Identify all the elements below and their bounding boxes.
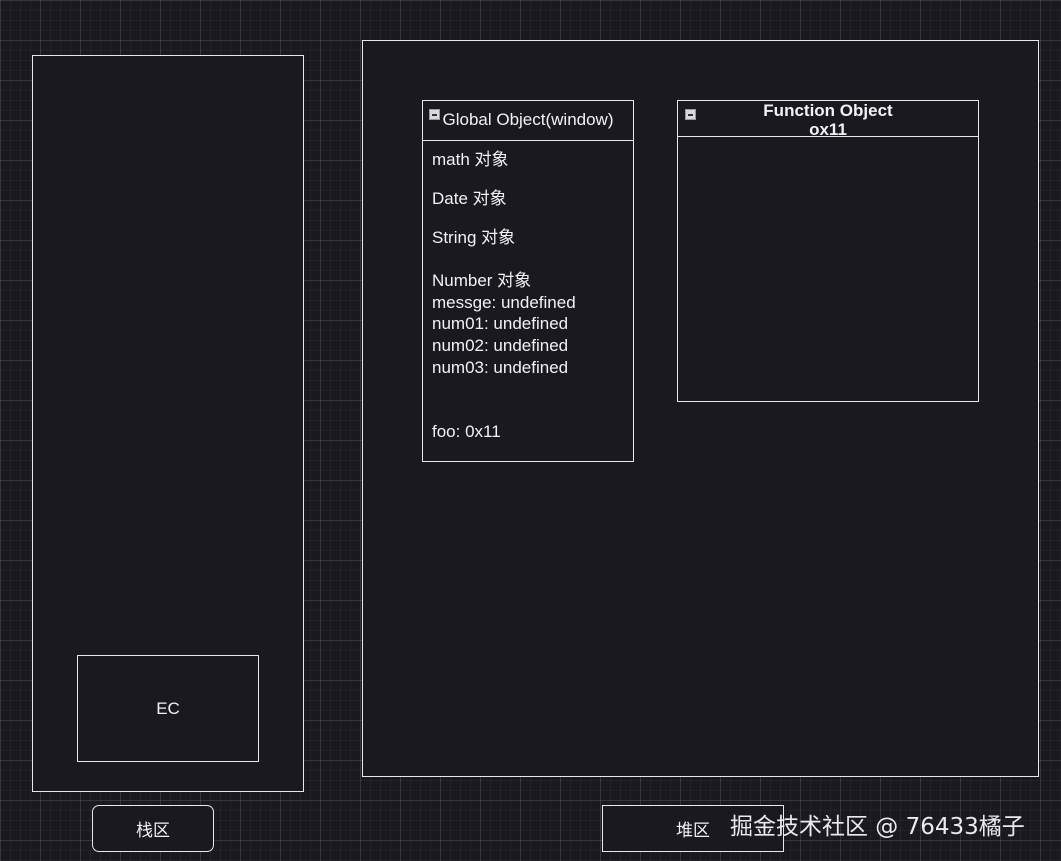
field-num03: num03: undefined [432, 358, 569, 377]
field-messge: messge: undefined [432, 293, 576, 312]
ec-label: EC [156, 698, 180, 718]
collapse-icon[interactable] [685, 109, 696, 120]
function-object-container[interactable]: Function Object ox11 [677, 100, 979, 402]
global-object-title: Global Object(window) [442, 110, 614, 129]
execution-context-box[interactable]: EC [77, 655, 259, 762]
field-string: String 对象 [432, 228, 516, 247]
function-object-header: Function Object ox11 [678, 101, 978, 139]
field-math: math 对象 [432, 150, 509, 169]
function-object-address: ox11 [809, 120, 847, 139]
field-foo: foo: 0x11 [432, 422, 501, 441]
stack-region-label[interactable]: 栈区 [92, 805, 214, 852]
watermark: 掘金技术社区 @ 76433橘子 [730, 814, 1025, 840]
heap-label-text: 堆区 [676, 821, 710, 840]
stack-label-text: 栈区 [136, 821, 170, 840]
global-object-header: Global Object(window) [423, 101, 633, 141]
global-object-container[interactable]: Global Object(window) math 对象 Date 对象 St… [422, 100, 634, 462]
field-date: Date 对象 [432, 189, 507, 208]
field-num02: num02: undefined [432, 336, 569, 355]
collapse-icon[interactable] [429, 109, 440, 120]
field-num01: num01: undefined [432, 314, 569, 333]
field-number: Number 对象 [432, 271, 532, 290]
function-object-title: Function Object [763, 101, 893, 120]
